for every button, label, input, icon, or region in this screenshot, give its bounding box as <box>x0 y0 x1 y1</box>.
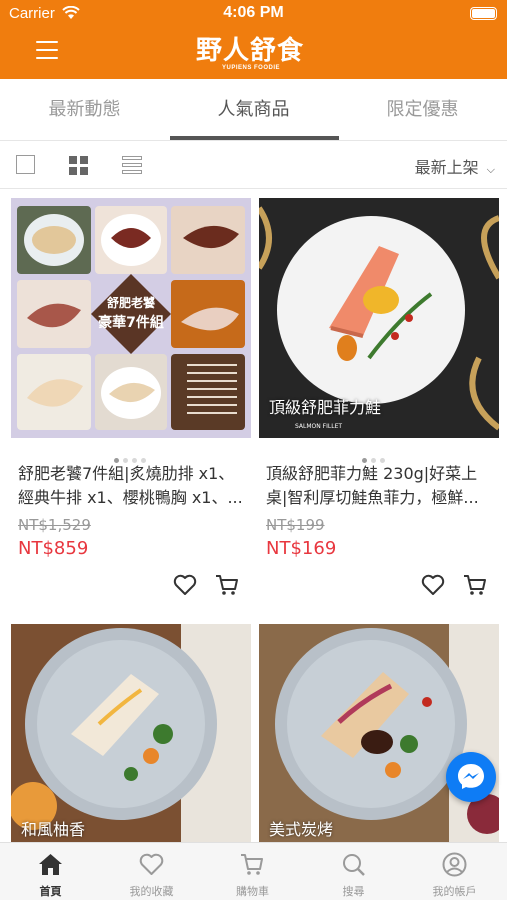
product-image[interactable]: 美式炭烤 <box>259 624 499 842</box>
product-name[interactable]: 舒肥老饕7件組|炙燒肋排 x1、經典牛排 x1、櫻桃鴨胸 x1、... <box>18 462 246 510</box>
product-image[interactable]: 舒肥老饕 豪華7件組 <box>11 198 251 438</box>
active-tab-indicator <box>170 136 339 140</box>
nav-label: 搜尋 <box>342 885 365 898</box>
status-bar: Carrier 4:06 PM <box>0 0 507 28</box>
home-icon <box>39 854 62 875</box>
image-caption-sub: SALMON FILLET <box>295 423 343 430</box>
sale-price: NT$169 <box>266 538 337 559</box>
tab-latest-news[interactable]: 最新動態 <box>0 79 169 141</box>
nav-label: 我的收藏 <box>129 885 174 898</box>
clock: 4:06 PM <box>223 4 284 21</box>
brand-tagline: YUPIENS FOODIE <box>222 65 281 71</box>
cart-icon <box>241 854 263 875</box>
sale-price: NT$859 <box>18 538 89 559</box>
tab-limited-offers[interactable]: 限定優惠 <box>338 79 507 141</box>
bottom-navigation: 首頁 我的收藏 購物車 搜尋 我的帳戶 <box>0 842 507 900</box>
nav-home[interactable]: 首頁 <box>0 843 101 901</box>
hamburger-menu-icon[interactable] <box>36 41 58 59</box>
image-badge-top: 舒肥老饕 <box>106 296 155 310</box>
sort-label: 最新上架 <box>414 158 479 177</box>
sort-dropdown[interactable]: 最新上架 ⌵ <box>415 154 495 178</box>
add-to-cart-icon[interactable] <box>462 572 488 598</box>
battery-icon <box>470 7 497 20</box>
grid-view-icon[interactable] <box>69 156 88 175</box>
nav-label: 我的帳戶 <box>432 885 477 898</box>
original-price: NT$1,529 <box>18 516 91 534</box>
search-icon <box>343 854 365 876</box>
brand-name: 野人舒食 <box>196 36 305 66</box>
messenger-icon <box>458 764 484 789</box>
chevron-down-icon: ⌵ <box>486 163 495 176</box>
nav-search[interactable]: 搜尋 <box>303 843 404 901</box>
nav-cart[interactable]: 購物車 <box>202 843 303 901</box>
product-image[interactable]: 和風柚香 <box>11 624 251 842</box>
original-price: NT$199 <box>266 516 325 534</box>
category-tabs: 最新動態 人氣商品 限定優惠 <box>0 79 507 141</box>
product-image[interactable]: 頂級舒肥菲力鮭 SALMON FILLET <box>259 198 499 438</box>
nav-favorites[interactable]: 我的收藏 <box>101 843 202 901</box>
list-view-icon[interactable] <box>122 156 142 174</box>
product-name[interactable]: 頂級舒肥菲力鮭 230g|好菜上桌|智利厚切鮭魚菲力，極鮮... <box>266 462 494 510</box>
image-caption: 美式炭烤 <box>269 820 334 839</box>
messenger-chat-button[interactable] <box>446 752 496 802</box>
brand-logo[interactable]: 野人舒食 YUPIENS FOODIE <box>196 30 314 76</box>
account-icon <box>442 852 467 877</box>
heart-icon[interactable] <box>420 572 446 598</box>
image-caption: 頂級舒肥菲力鮭 <box>269 398 382 417</box>
nav-label: 購物車 <box>236 885 269 898</box>
chicken-bbq-image <box>259 624 499 842</box>
heart-icon <box>139 853 164 875</box>
add-to-cart-icon[interactable] <box>214 572 240 598</box>
nav-label: 首頁 <box>39 885 62 898</box>
view-toolbar: 最新上架 ⌵ <box>0 141 507 189</box>
chicken-yuzu-image <box>11 624 251 842</box>
tab-popular-products[interactable]: 人氣商品 <box>169 79 338 141</box>
image-badge-main: 豪華7件組 <box>98 315 164 331</box>
nav-account[interactable]: 我的帳戶 <box>404 843 505 901</box>
single-view-toggle[interactable] <box>16 155 35 174</box>
heart-icon[interactable] <box>172 572 198 598</box>
app-header: 野人舒食 YUPIENS FOODIE <box>0 28 507 79</box>
image-caption: 和風柚香 <box>21 820 86 839</box>
